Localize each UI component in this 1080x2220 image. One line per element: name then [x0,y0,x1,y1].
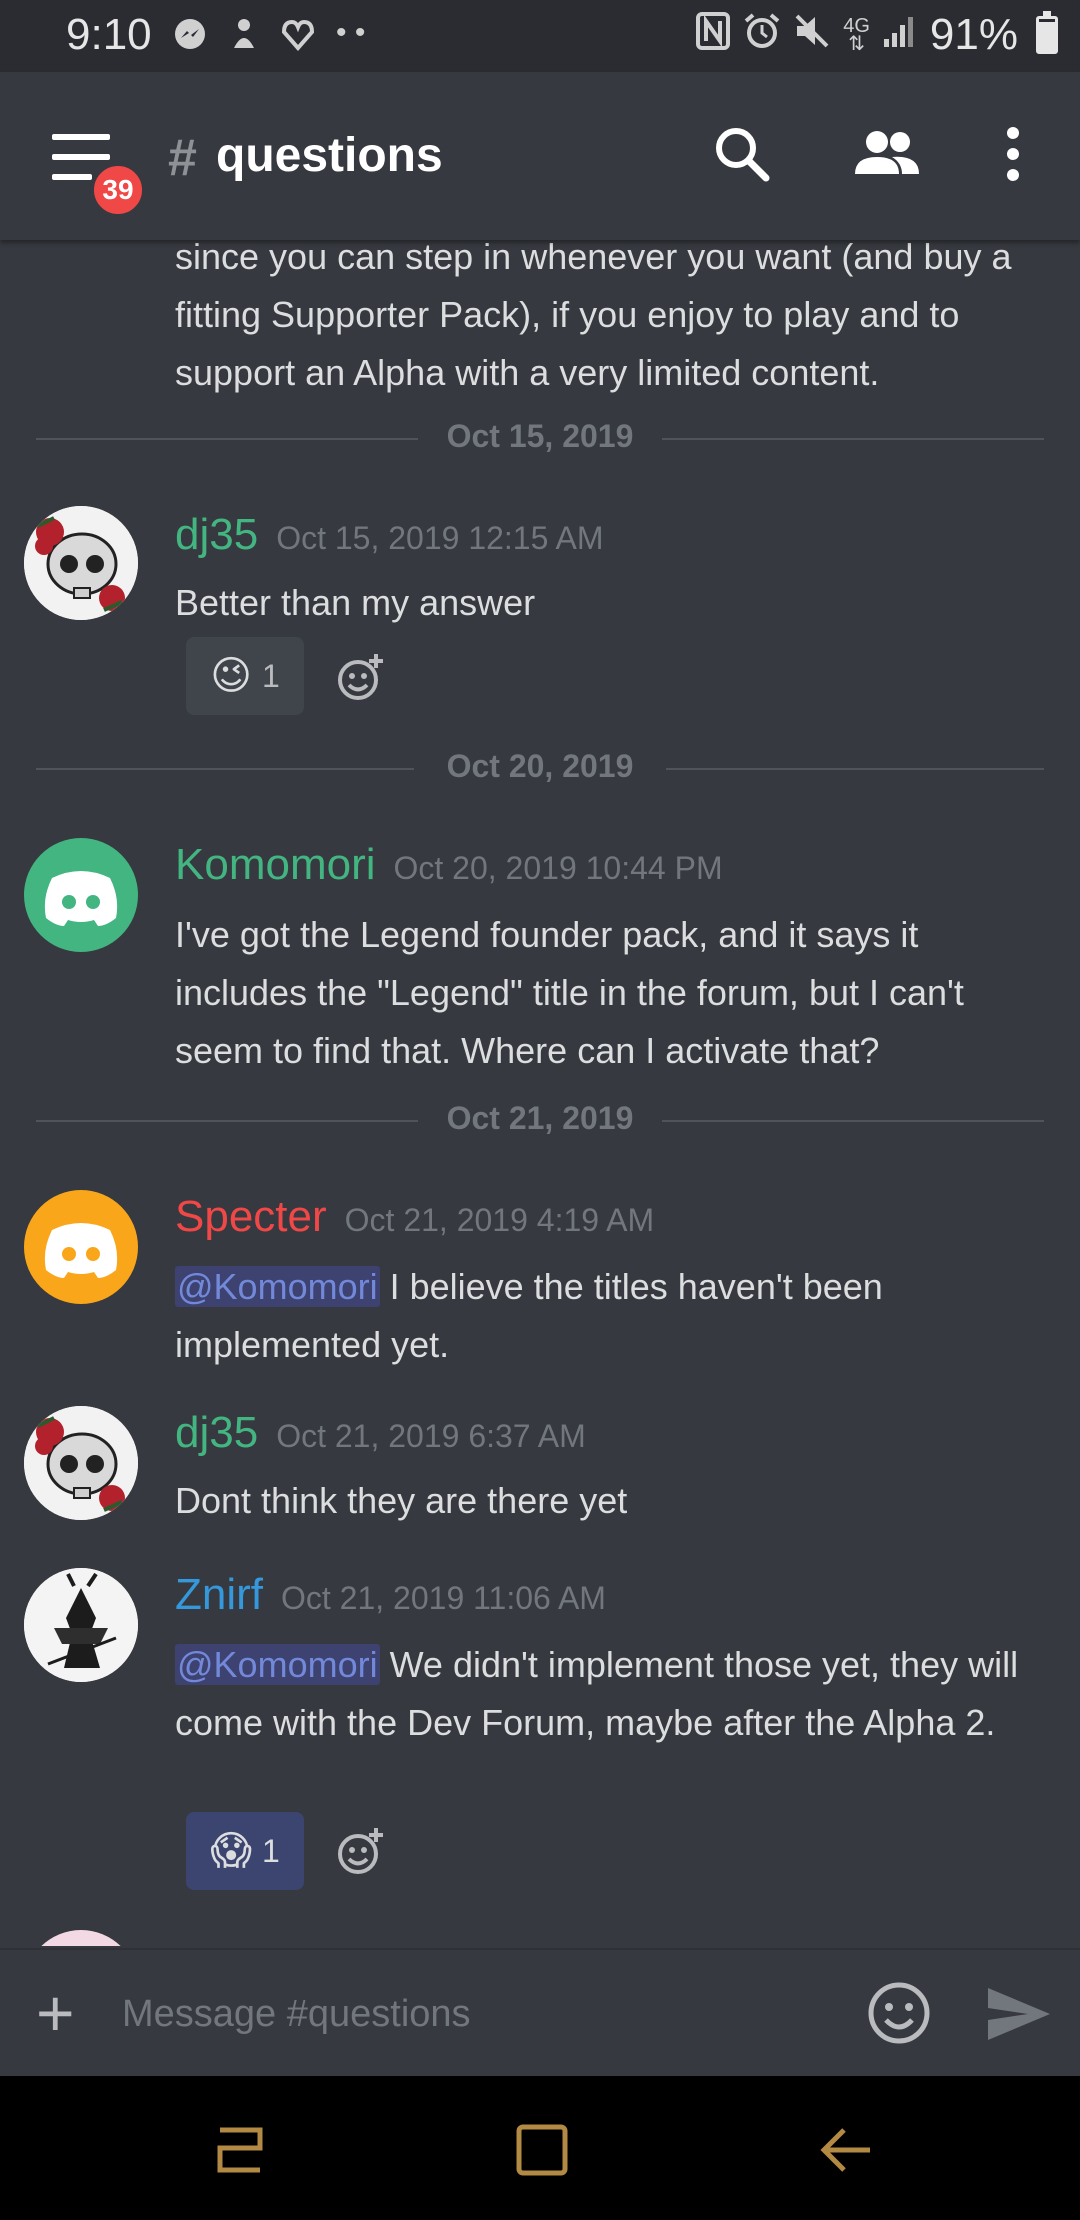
wink-emoji-icon: 😉 [210,654,252,698]
message-header: dj35 Oct 21, 2019 6:37 AM [175,1408,586,1458]
message-input[interactable] [120,1978,824,2050]
discord-logo-icon [44,871,118,926]
message-list[interactable]: since you can step in whenever you want … [0,240,1080,1946]
nfc-icon [695,11,731,59]
signal-icon [882,13,918,57]
menu-icon-line [52,174,92,180]
date-divider: Oct 20, 2019 [36,748,1044,788]
home-button[interactable] [514,2122,570,2183]
add-attachment-button[interactable]: + [36,1980,75,2046]
back-icon [820,2128,870,2172]
avatar[interactable] [24,1190,138,1304]
message-header: Specter Oct 21, 2019 4:19 AM [175,1192,654,1242]
add-reaction-button[interactable] [336,652,386,702]
notification-icon [228,16,260,61]
health-icon [280,16,316,61]
reaction-button[interactable]: 😱 1 [186,1812,304,1890]
avatar[interactable] [24,506,138,620]
battery-level [1039,21,1055,51]
emoji-icon [868,1982,930,2044]
menu-icon-line [52,154,110,160]
members-icon [855,131,919,174]
skull-avatar-icon [24,1406,138,1520]
recents-button[interactable] [212,2122,268,2183]
message-text: Better than my answer [175,582,536,623]
user-mention[interactable]: @Komomori [175,1644,380,1685]
alarm-icon [743,12,781,58]
plus-icon: + [36,1976,75,2050]
channel-header: 39 # questions [0,72,1080,240]
author-name[interactable]: Komomori [175,840,376,889]
clock: 9:10 [66,10,152,59]
author-name[interactable]: Znirf [175,1570,263,1619]
author-name[interactable]: dj35 [175,1408,258,1457]
message-header: Komomori Oct 20, 2019 10:44 PM [175,840,723,890]
status-right: 4G ⇅ 91% [695,10,1058,60]
date-divider: Oct 21, 2019 [36,1100,1044,1140]
divider-date: Oct 15, 2019 [446,418,634,454]
mute-icon [793,12,831,58]
search-button[interactable] [712,124,772,189]
message-text: @Komomori I believe the titles haven't b… [175,1258,1045,1374]
battery-icon [1036,11,1058,54]
reaction-count: 1 [261,657,280,694]
message-text: Dont think they are there yet [175,1480,628,1521]
channel-title: questions [216,129,443,182]
members-button[interactable] [852,124,922,189]
message-timestamp: Oct 20, 2019 10:44 PM [393,850,723,886]
more-dots-icon: • • [336,16,366,49]
message-continuation: since you can step in whenever you want … [175,240,1012,393]
date-divider: Oct 15, 2019 [36,418,1044,458]
message-header: Znirf Oct 21, 2019 11:06 AM [175,1570,606,1620]
send-icon [988,1988,1050,2040]
skull-avatar-icon [24,506,138,620]
add-reaction-button[interactable] [336,1826,386,1876]
author-name[interactable]: Specter [175,1192,327,1241]
scream-emoji-icon: 😱 [210,1829,252,1873]
back-button[interactable] [818,2122,874,2183]
search-icon [716,128,770,182]
menu-icon [52,134,110,140]
message-timestamp: Oct 21, 2019 6:37 AM [276,1418,586,1454]
avatar[interactable] [24,838,138,952]
message-text: I've got the Legend founder pack, and it… [175,914,964,1071]
more-vertical-icon [1007,127,1019,181]
samurai-avatar-icon [24,1568,138,1682]
emoji-button[interactable] [866,1980,932,2051]
avatar[interactable] [24,1406,138,1520]
system-nav-bar [0,2076,1080,2220]
recents-icon [217,2127,263,2173]
reaction-button[interactable]: 😉 1 [186,637,304,715]
message-text: @Komomori We didn't implement those yet,… [175,1636,1045,1752]
discord-logo-icon [44,1223,118,1278]
status-bar: 9:10 • • 4G ⇅ 91% [0,0,1080,72]
notification-icons: • • [172,16,365,61]
message-header: dj35 Oct 15, 2019 12:15 AM [175,510,604,560]
unread-badge: 39 [90,162,146,218]
battery-percent: 91% [929,10,1018,59]
divider-line [666,768,1044,770]
message-timestamp: Oct 15, 2019 12:15 AM [276,520,604,556]
send-button[interactable] [986,1984,1052,2049]
overflow-menu-button[interactable] [998,124,1028,189]
4g-icon: 4G ⇅ [843,15,870,55]
divider-line [662,1120,1044,1122]
divider-date: Oct 20, 2019 [446,748,634,784]
divider-line [662,438,1044,440]
messenger-icon [172,16,208,61]
avatar[interactable] [24,1568,138,1682]
add-reaction-icon [338,654,383,700]
channel-hash-icon: # [168,129,197,187]
avatar[interactable] [24,1930,138,1946]
author-name[interactable]: dj35 [175,510,258,559]
divider-date: Oct 21, 2019 [446,1100,634,1136]
message-timestamp: Oct 21, 2019 11:06 AM [281,1580,606,1616]
reaction-count: 1 [261,1832,280,1869]
message-timestamp: Oct 21, 2019 4:19 AM [344,1202,655,1238]
home-icon [516,2124,568,2176]
user-mention[interactable]: @Komomori [175,1266,380,1307]
message-composer: + [0,1948,1080,2078]
add-reaction-icon [338,1828,383,1874]
